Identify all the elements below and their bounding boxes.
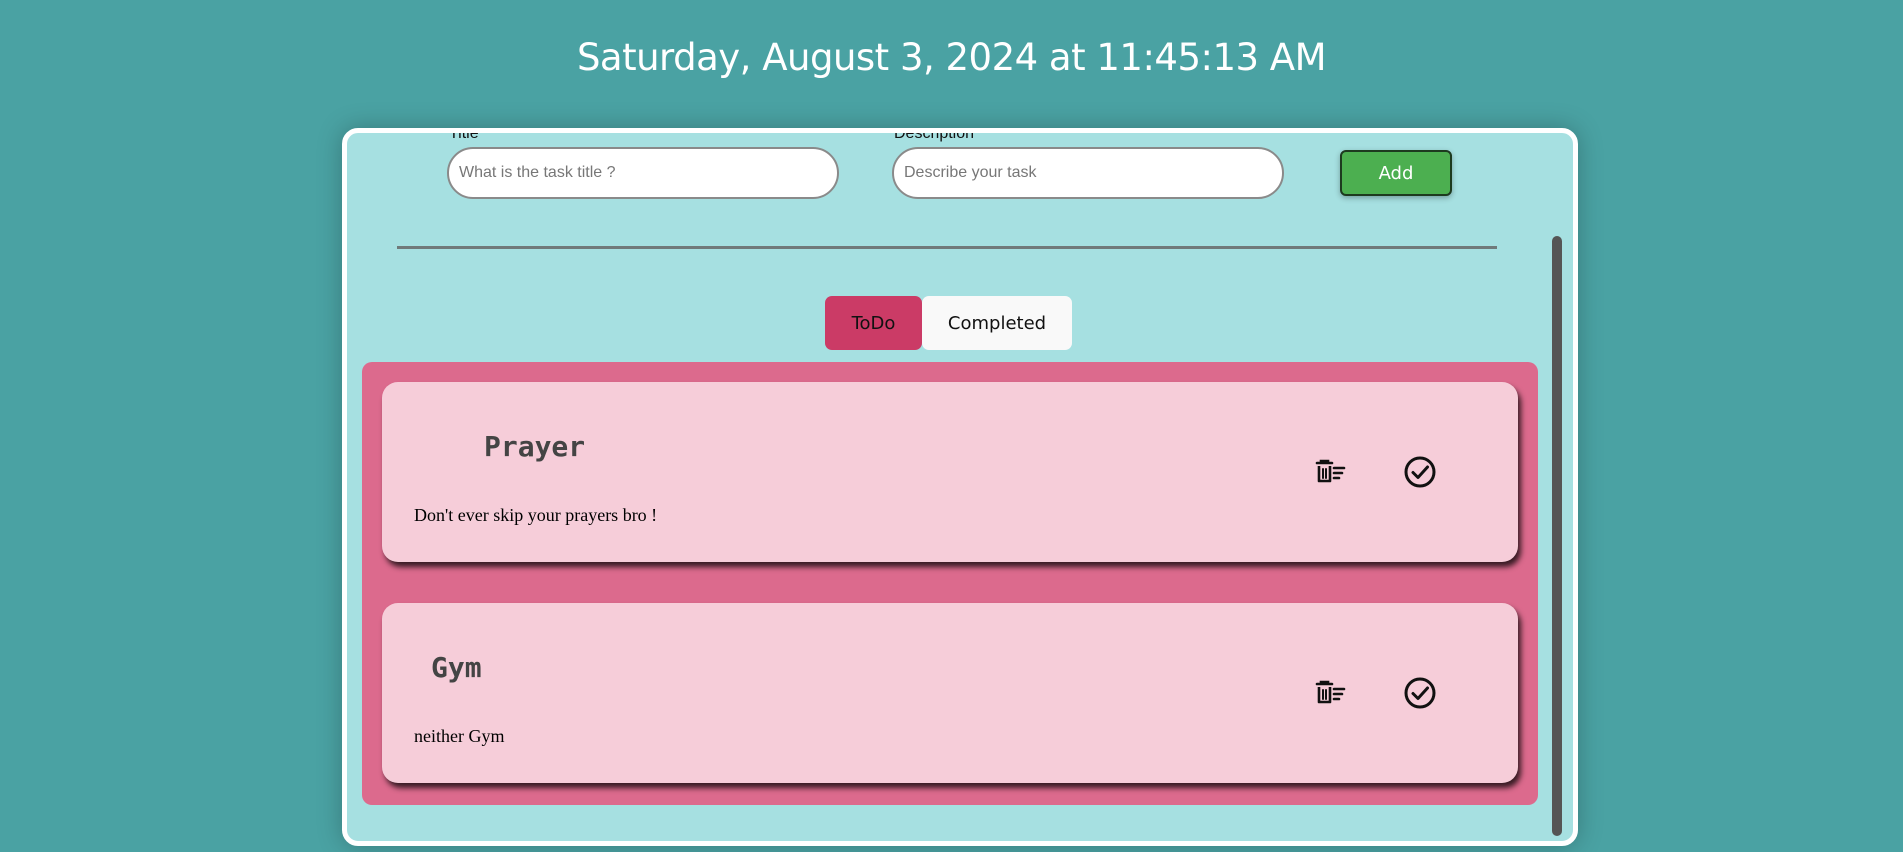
divider [397,246,1497,249]
task-list: Prayer Don't ever skip your prayers bro … [362,362,1538,805]
add-button[interactable]: Add [1340,150,1452,196]
check-circle-icon[interactable] [1402,454,1438,490]
title-field-label: Title [449,128,479,142]
task-item: Prayer Don't ever skip your prayers bro … [382,382,1518,562]
datetime-header: Saturday, August 3, 2024 at 11:45:13 AM [576,36,1327,79]
check-circle-icon[interactable] [1402,675,1438,711]
todo-panel: Title Description Add ToDo Completed Pra… [342,128,1578,846]
description-field-label: Description [894,128,975,142]
task-description: neither Gym [414,726,505,746]
task-title: Gym [431,651,482,684]
tab-todo[interactable]: ToDo [825,296,922,350]
task-title: Prayer [484,430,586,463]
delete-list-icon[interactable] [1312,454,1348,490]
task-item: Gym neither Gym [382,603,1518,783]
description-input[interactable] [892,147,1284,199]
delete-list-icon[interactable] [1312,675,1348,711]
tab-completed[interactable]: Completed [922,296,1072,350]
tab-bar: ToDo Completed [825,296,1072,350]
task-description: Don't ever skip your prayers bro ! [414,505,658,525]
scrollbar[interactable] [1552,236,1562,836]
title-input[interactable] [447,147,839,199]
